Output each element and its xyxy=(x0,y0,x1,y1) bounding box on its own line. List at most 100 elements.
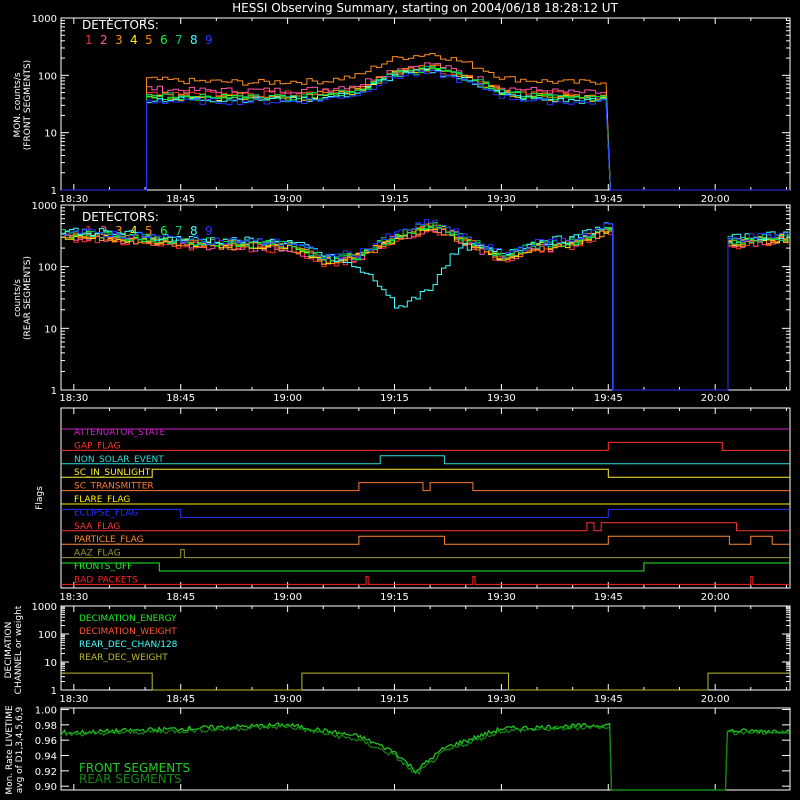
front-series-det6 xyxy=(61,68,790,191)
front-series-det5 xyxy=(61,64,790,191)
rear-series-det6 xyxy=(61,222,789,391)
flag-label: ECLIPSE_FLAG xyxy=(74,508,138,518)
decimation-legend-item: DECIMATION_WEIGHT xyxy=(79,627,177,637)
panel4-y-label-2: CHANNEL or weight xyxy=(14,605,24,694)
legend-detector-1: 1 xyxy=(85,33,93,47)
x-tick-label: 19:45 xyxy=(594,393,623,404)
x-tick-label: 19:15 xyxy=(380,694,409,705)
legend-detector-3: 3 xyxy=(115,33,123,47)
rear-series-det4 xyxy=(61,222,789,391)
legend-detector-8: 8 xyxy=(190,33,198,47)
y-tick-label: 1000 xyxy=(32,14,57,25)
x-tick-label: 18:45 xyxy=(166,393,195,404)
x-tick-label: 19:00 xyxy=(273,694,302,705)
x-tick-label: 19:45 xyxy=(594,694,623,705)
rear-series-det3 xyxy=(61,224,789,391)
panel2-y-label-2: (REAR SEGMENTS) xyxy=(23,256,33,340)
legend-detector-4: 4 xyxy=(130,33,138,47)
y-tick-label: 100 xyxy=(38,263,57,274)
legend-detector-9: 9 xyxy=(205,224,213,238)
front-series-det7 xyxy=(61,65,790,191)
legend-detector-5: 5 xyxy=(145,33,153,47)
x-tick-label: 19:45 xyxy=(594,194,623,205)
y-tick-label: 1 xyxy=(51,186,57,197)
x-tick-label: 20:00 xyxy=(701,592,730,603)
x-tick-label: 20:00 xyxy=(701,694,730,705)
x-tick-label: 18:30 xyxy=(59,694,88,705)
x-tick-label: 19:30 xyxy=(487,592,516,603)
front-series-det4 xyxy=(61,66,790,191)
flag-line xyxy=(61,441,790,451)
x-tick-label: 19:00 xyxy=(273,592,302,603)
x-tick-label: 18:30 xyxy=(59,592,88,603)
panel3-frame xyxy=(60,407,791,589)
x-tick-label: 18:45 xyxy=(166,592,195,603)
flag-line xyxy=(61,562,790,572)
panel5-y-label: Mon. Rate LIVETIME xyxy=(5,705,15,795)
panel3-y-label: Flags xyxy=(35,486,45,510)
y-tick-label: 1 xyxy=(51,686,57,697)
panel1-y-label: MON. counts/s xyxy=(13,72,23,137)
y-tick-label: 100 xyxy=(38,630,57,641)
panel2-y-label: counts/s xyxy=(13,279,23,317)
legend-title: DETECTORS: xyxy=(82,18,159,32)
x-tick-label: 19:15 xyxy=(380,592,409,603)
panel1-frame xyxy=(60,17,791,191)
panel2-frame xyxy=(60,204,791,391)
legend-detector-7: 7 xyxy=(175,33,183,47)
flag-line xyxy=(61,549,790,559)
flag-line xyxy=(61,482,790,492)
y-tick-label: 100 xyxy=(38,71,57,82)
y-tick-label: 1.00 xyxy=(35,706,57,717)
x-tick-label: 19:45 xyxy=(594,592,623,603)
flag-line xyxy=(61,508,790,518)
flag-line xyxy=(61,522,790,532)
x-tick-label: 18:45 xyxy=(166,694,195,705)
front-series-det9 xyxy=(61,69,790,191)
rear-series-det5 xyxy=(61,223,789,391)
rear-series-det7 xyxy=(61,223,789,391)
x-tick-label: 19:30 xyxy=(487,694,516,705)
livetime-legend-item: REAR SEGMENTS xyxy=(79,772,182,786)
y-tick-label: 0.90 xyxy=(35,782,57,793)
panel1-y-label-2: (FRONT SEGMENTS) xyxy=(23,60,33,150)
y-tick-label: 1 xyxy=(51,386,57,397)
legend-detector-6: 6 xyxy=(160,33,168,47)
x-tick-label: 20:00 xyxy=(701,194,730,205)
x-tick-label: 19:00 xyxy=(273,393,302,404)
rear-dec-weight-line xyxy=(61,672,790,691)
y-tick-label: 0.98 xyxy=(35,721,57,732)
front-series-det2 xyxy=(61,62,790,191)
y-tick-label: 10 xyxy=(44,129,57,140)
y-tick-label: 1000 xyxy=(32,201,57,212)
x-tick-label: 18:45 xyxy=(166,194,195,205)
legend-detector-2: 2 xyxy=(100,33,108,47)
legend-detector-7: 7 xyxy=(175,224,183,238)
observing-summary-figure: HESSI Observing Summary, starting on 200… xyxy=(4,1,791,795)
x-tick-label: 19:15 xyxy=(380,393,409,404)
y-tick-label: 0.94 xyxy=(35,752,57,763)
rear-series-det2 xyxy=(61,225,788,391)
legend-detector-9: 9 xyxy=(205,33,213,47)
x-tick-label: 20:00 xyxy=(701,393,730,404)
decimation-legend-item: REAR_DEC_CHAN/128 xyxy=(79,640,178,650)
y-tick-label: 0.96 xyxy=(35,736,57,747)
legend-title: DETECTORS: xyxy=(82,210,159,224)
x-tick-label: 18:30 xyxy=(59,393,88,404)
front-series-det1 xyxy=(61,68,790,191)
rear-series-det9 xyxy=(61,219,789,391)
decimation-legend-item: DECIMATION_ENERGY xyxy=(79,614,177,624)
y-tick-label: 10 xyxy=(44,324,57,335)
x-tick-label: 19:30 xyxy=(487,194,516,205)
x-tick-label: 19:30 xyxy=(487,393,516,404)
chart-title: HESSI Observing Summary, starting on 200… xyxy=(232,1,618,15)
x-tick-label: 18:30 xyxy=(59,194,88,205)
y-tick-label: 10 xyxy=(44,658,57,669)
flag-line xyxy=(61,468,790,478)
flag-line xyxy=(61,455,790,465)
panels: 110100100018:30 18:45 19:00 19:15 19:30 19:45… xyxy=(4,14,791,795)
flag-line xyxy=(61,535,790,545)
panel5-y-label-2: avg of D1,3,4,5,6,9 xyxy=(15,706,25,793)
rear-series-det8 xyxy=(61,222,789,391)
rear-series-det1 xyxy=(61,226,789,391)
